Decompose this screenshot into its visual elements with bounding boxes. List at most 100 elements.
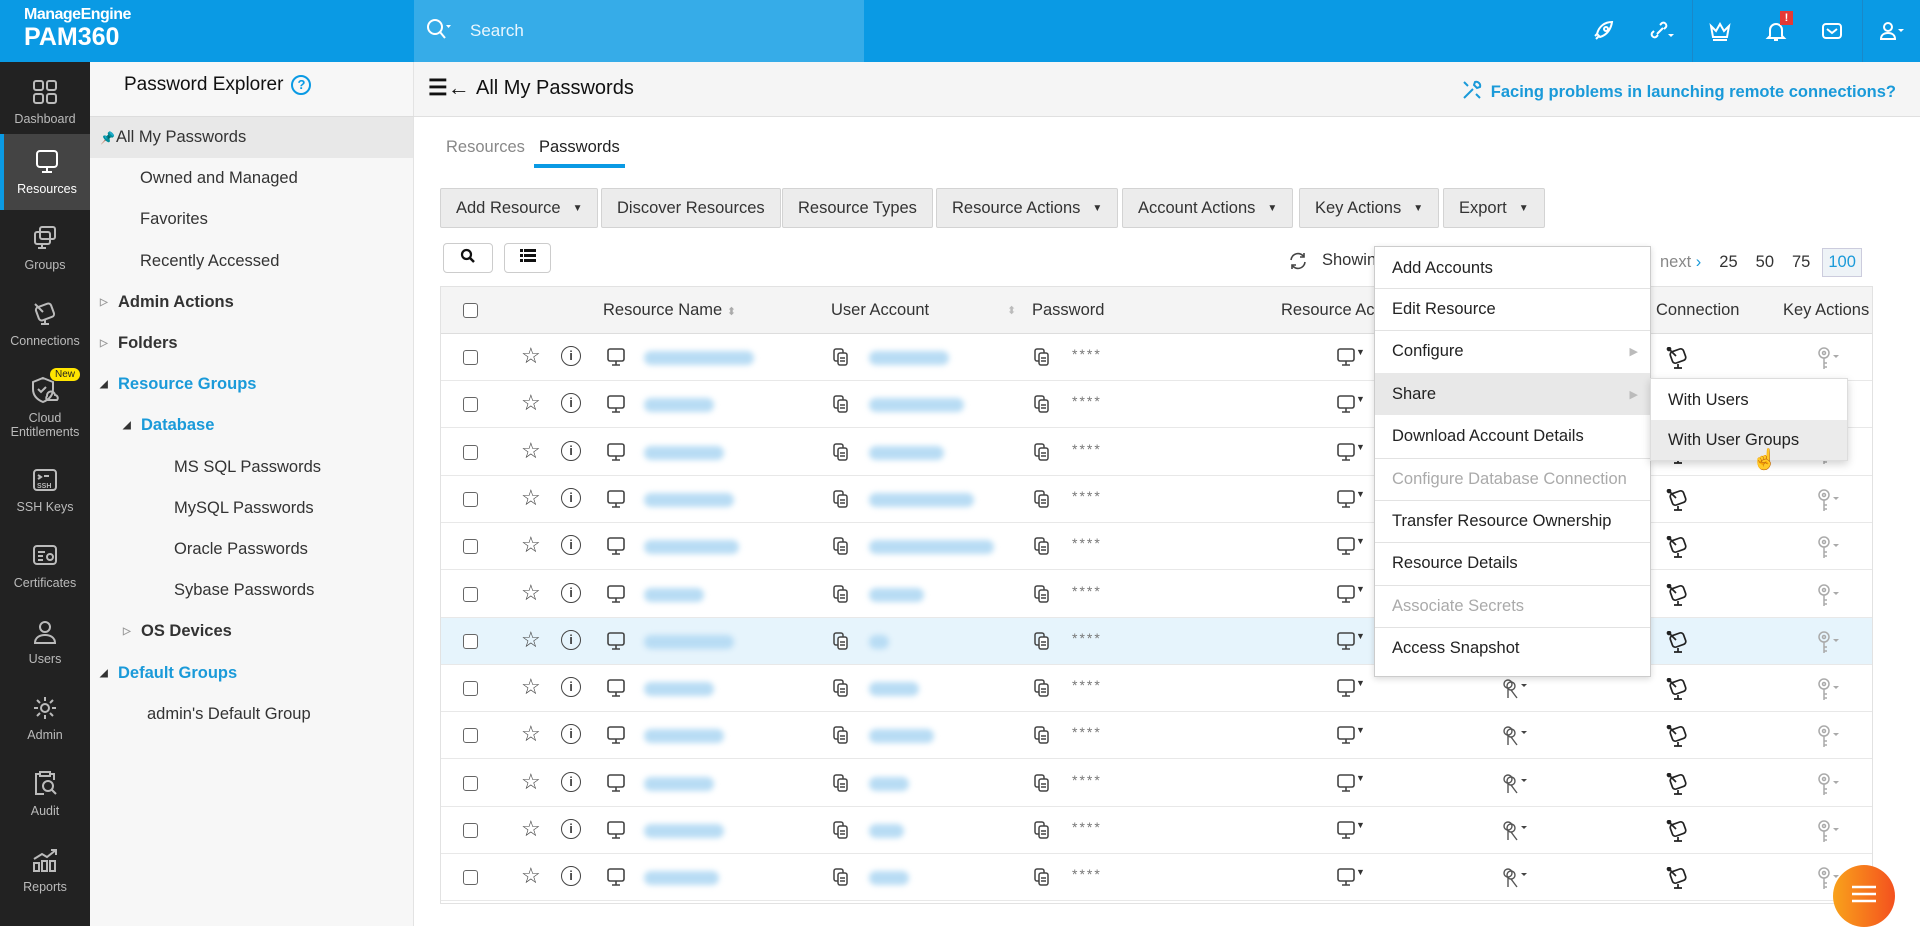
star-icon[interactable]: ☆ <box>521 580 541 606</box>
user-account-link[interactable] <box>869 634 889 649</box>
account-actions-key-icon[interactable] <box>1500 678 1530 705</box>
copy-password-icon[interactable] <box>1033 347 1051 372</box>
rocket-icon[interactable] <box>1576 0 1632 62</box>
collapsed-triangle-icon[interactable]: ▷ <box>123 626 137 637</box>
copy-icon[interactable] <box>832 536 850 561</box>
connection-icon[interactable] <box>1666 583 1690 613</box>
key-actions-icon[interactable] <box>1816 347 1844 376</box>
collapsed-triangle-icon[interactable]: ▷ <box>100 338 114 349</box>
user-account-link[interactable] <box>869 398 964 413</box>
resource-actions-dropdown-icon[interactable]: ▼ <box>1336 489 1365 514</box>
search-input[interactable] <box>470 21 770 41</box>
row-checkbox[interactable] <box>463 823 478 838</box>
copy-password-icon[interactable] <box>1033 631 1051 656</box>
resource-name-link[interactable] <box>644 445 724 460</box>
row-checkbox[interactable] <box>463 397 478 413</box>
menu-item-download-account-details[interactable]: Download Account Details <box>1375 415 1650 457</box>
search-icon[interactable] <box>426 18 452 45</box>
user-account-link[interactable] <box>869 351 949 365</box>
row-checkbox[interactable] <box>463 444 478 460</box>
expanded-triangle-icon[interactable]: ◢ <box>100 668 114 679</box>
account-actions-button[interactable]: Account Actions ▼ <box>1122 188 1294 228</box>
key-actions-icon[interactable] <box>1816 772 1844 802</box>
star-icon[interactable]: ☆ <box>521 438 541 464</box>
tree-item-admin-actions[interactable]: ▷ Admin Actions <box>90 282 413 323</box>
resource-actions-dropdown-icon[interactable]: ▼ <box>1336 536 1365 561</box>
resource-actions-dropdown-icon[interactable]: ▼ <box>1336 442 1365 467</box>
info-icon[interactable]: i <box>561 724 581 745</box>
tree-item-database[interactable]: ◢ Database <box>90 405 413 446</box>
table-row[interactable]: ☆ i **** ▼ <box>441 334 1872 381</box>
rail-item-groups[interactable]: Groups <box>0 210 90 286</box>
copy-icon[interactable] <box>832 773 850 798</box>
key-actions-icon[interactable] <box>1816 583 1844 613</box>
info-icon[interactable]: i <box>561 582 581 603</box>
star-icon[interactable]: ☆ <box>521 816 541 842</box>
resource-actions-dropdown-icon[interactable]: ▼ <box>1336 584 1365 609</box>
tree-item-all-my-passwords[interactable]: 📌 All My Passwords <box>90 117 413 158</box>
resource-actions-button[interactable]: Resource Actions ▼ <box>936 188 1119 228</box>
copy-password-icon[interactable] <box>1033 394 1051 419</box>
copy-password-icon[interactable] <box>1033 536 1051 561</box>
copy-icon[interactable] <box>832 867 850 892</box>
menu-item-transfer-resource-ownership[interactable]: Transfer Resource Ownership <box>1375 500 1650 542</box>
remote-help-link[interactable]: Facing problems in launching remote conn… <box>1461 79 1896 106</box>
rail-item-admin[interactable]: Admin <box>0 680 90 756</box>
user-menu-icon[interactable] <box>1864 0 1920 62</box>
user-account-link[interactable] <box>869 729 934 744</box>
tree-item-default-groups[interactable]: ◢ Default Groups <box>90 653 413 694</box>
user-account-link[interactable] <box>869 871 909 886</box>
info-icon[interactable]: i <box>561 819 581 839</box>
info-icon[interactable]: i <box>561 629 581 650</box>
tree-item-sybase-passwords[interactable]: Sybase Passwords <box>90 570 413 611</box>
table-row[interactable]: ☆ i **** ▼ <box>441 712 1872 760</box>
tree-item-oracle-passwords[interactable]: Oracle Passwords <box>90 529 413 570</box>
key-actions-icon[interactable] <box>1816 725 1844 754</box>
tree-item-resource-groups[interactable]: ◢ Resource Groups <box>90 364 413 405</box>
copy-icon[interactable] <box>832 489 850 514</box>
add-resource-button[interactable]: Add Resource ▼ <box>440 188 599 228</box>
copy-password-icon[interactable] <box>1033 584 1051 609</box>
connection-icon[interactable] <box>1666 725 1690 754</box>
logo[interactable]: ManageEngine PAM360 <box>24 6 131 50</box>
select-all-checkbox[interactable] <box>463 303 478 318</box>
copy-icon[interactable] <box>832 347 850 372</box>
tree-item-mysql-passwords[interactable]: MySQL Passwords <box>90 488 413 529</box>
copy-icon[interactable] <box>832 442 850 467</box>
resource-name-link[interactable] <box>644 729 724 744</box>
resource-actions-dropdown-icon[interactable]: ▼ <box>1336 678 1365 703</box>
copy-icon[interactable] <box>832 820 850 845</box>
copy-password-icon[interactable] <box>1033 489 1051 514</box>
menu-item-share[interactable]: Share ▶ <box>1375 373 1650 415</box>
connection-icon[interactable] <box>1666 346 1690 376</box>
table-search-button[interactable] <box>443 243 493 273</box>
tree-item-recently-accessed[interactable]: Recently Accessed <box>90 241 413 282</box>
star-icon[interactable]: ☆ <box>521 674 541 700</box>
page-size-75[interactable]: 75 <box>1792 253 1810 272</box>
info-icon[interactable]: i <box>561 535 581 556</box>
rail-item-certificates[interactable]: Certificates <box>0 528 90 604</box>
menu-item-configure[interactable]: Configure ▶ <box>1375 330 1650 372</box>
connection-icon[interactable] <box>1666 819 1690 849</box>
help-icon[interactable]: ? <box>291 75 312 95</box>
password-mask[interactable]: **** <box>1072 677 1102 693</box>
resource-actions-dropdown-icon[interactable]: ▼ <box>1336 347 1365 372</box>
row-checkbox[interactable] <box>463 539 478 555</box>
menu-item-resource-details[interactable]: Resource Details <box>1375 542 1650 584</box>
row-checkbox[interactable] <box>463 633 478 649</box>
info-icon[interactable]: i <box>561 440 581 461</box>
resource-name-link[interactable] <box>644 351 754 365</box>
tree-item-admin-s-default-group[interactable]: admin's Default Group <box>90 694 413 735</box>
tab-passwords[interactable]: Passwords <box>534 138 625 168</box>
table-row[interactable]: ☆ i **** ▼ <box>441 665 1872 713</box>
password-mask[interactable]: **** <box>1072 393 1102 409</box>
row-checkbox[interactable] <box>463 775 478 791</box>
col-user-account[interactable]: User Account <box>831 301 929 320</box>
tree-item-folders[interactable]: ▷ Folders <box>90 323 413 364</box>
password-mask[interactable]: **** <box>1072 724 1102 740</box>
password-mask[interactable]: **** <box>1072 630 1102 646</box>
password-mask[interactable]: **** <box>1072 535 1102 551</box>
menu-item-add-accounts[interactable]: Add Accounts <box>1375 247 1650 289</box>
resource-name-link[interactable] <box>644 776 714 791</box>
key-actions-icon[interactable] <box>1816 631 1844 660</box>
